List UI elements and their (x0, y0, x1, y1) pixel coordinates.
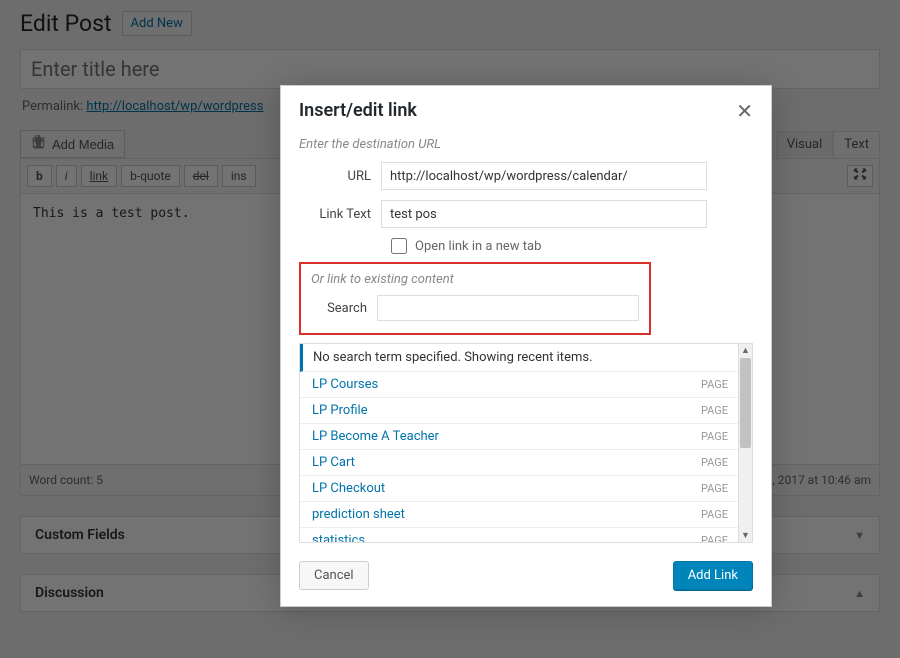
search-label: Search (311, 301, 367, 316)
result-item[interactable]: LP Profile PAGE (300, 398, 738, 424)
result-type: PAGE (701, 482, 728, 495)
existing-hint: Or link to existing content (311, 272, 639, 287)
close-icon[interactable]: ✕ (736, 101, 753, 121)
result-type: PAGE (701, 456, 728, 469)
result-title: statistics (312, 533, 365, 542)
result-title: LP Checkout (312, 481, 385, 496)
result-title: LP Profile (312, 403, 368, 418)
new-tab-checkbox[interactable] (391, 238, 407, 254)
add-link-button[interactable]: Add Link (673, 561, 753, 590)
scroll-thumb[interactable] (740, 358, 751, 448)
cancel-button[interactable]: Cancel (299, 561, 369, 590)
result-title: LP Become A Teacher (312, 429, 439, 444)
result-type: PAGE (701, 378, 728, 391)
result-item[interactable]: LP Courses PAGE (300, 372, 738, 398)
result-title: LP Cart (312, 455, 355, 470)
scroll-down-icon: ▼ (739, 530, 752, 541)
modal-hint: Enter the destination URL (299, 137, 753, 152)
search-results-list: No search term specified. Showing recent… (299, 343, 753, 543)
result-type: PAGE (701, 430, 728, 443)
result-type: PAGE (701, 508, 728, 521)
scrollbar[interactable]: ▲ ▼ (738, 344, 752, 542)
no-search-term-message: No search term specified. Showing recent… (300, 344, 738, 372)
insert-link-modal: Insert/edit link ✕ Enter the destination… (280, 85, 772, 607)
existing-content-section: Or link to existing content Search (299, 262, 651, 335)
result-title: prediction sheet (312, 507, 405, 522)
result-title: LP Courses (312, 377, 378, 392)
result-item[interactable]: LP Checkout PAGE (300, 476, 738, 502)
result-item[interactable]: LP Become A Teacher PAGE (300, 424, 738, 450)
new-tab-label: Open link in a new tab (415, 239, 541, 254)
modal-title: Insert/edit link (299, 100, 417, 121)
url-label: URL (299, 169, 371, 184)
result-item[interactable]: prediction sheet PAGE (300, 502, 738, 528)
result-type: PAGE (701, 534, 728, 542)
url-input[interactable] (381, 162, 707, 190)
result-item[interactable]: statistics PAGE (300, 528, 738, 542)
link-text-input[interactable] (381, 200, 707, 228)
link-text-label: Link Text (299, 207, 371, 222)
search-input[interactable] (377, 295, 639, 321)
result-type: PAGE (701, 404, 728, 417)
result-item[interactable]: LP Cart PAGE (300, 450, 738, 476)
scroll-up-icon: ▲ (739, 345, 752, 356)
